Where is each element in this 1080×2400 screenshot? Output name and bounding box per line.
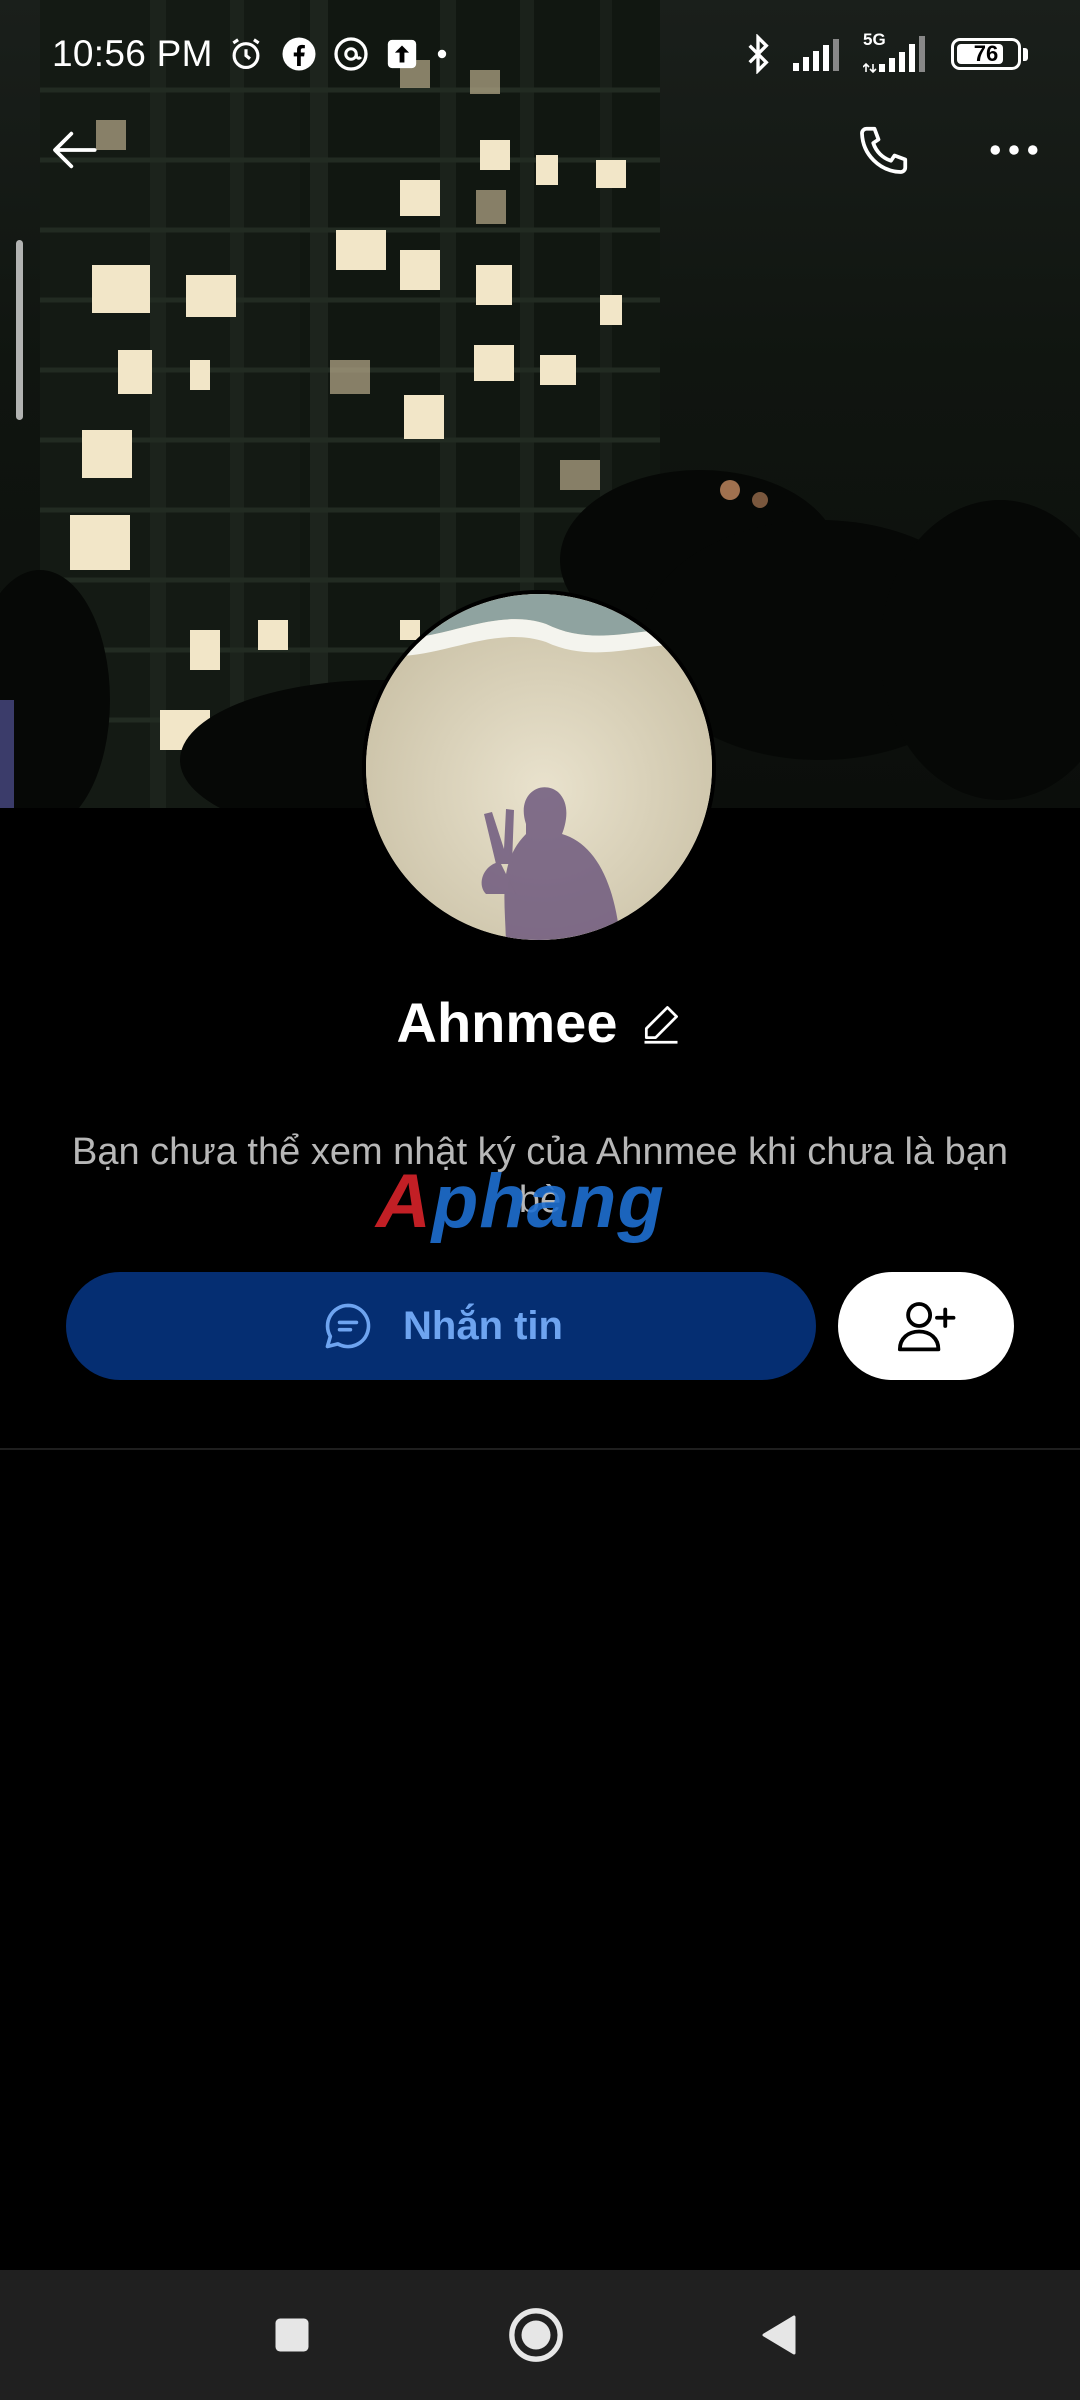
threads-icon bbox=[334, 37, 368, 71]
square-icon bbox=[275, 2318, 309, 2352]
watermark-part-a: A bbox=[376, 1159, 432, 1244]
watermark-part-b: phang bbox=[431, 1159, 665, 1244]
status-time: 10:56 PM bbox=[52, 33, 213, 74]
pencil-icon[interactable] bbox=[639, 1001, 683, 1045]
watermark-logo: Aphang bbox=[376, 1158, 665, 1245]
facebook-icon bbox=[282, 37, 316, 71]
battery-icon: 76 bbox=[951, 38, 1021, 70]
nav-back-button[interactable] bbox=[710, 2270, 850, 2400]
section-divider bbox=[0, 1448, 1080, 1450]
status-bar: 10:56 PM 5G 76 bbox=[0, 0, 1080, 108]
status-notification-icons bbox=[227, 35, 449, 73]
message-button-label: Nhắn tin bbox=[403, 1303, 563, 1348]
add-user-icon bbox=[897, 1302, 956, 1352]
more-dots-icon bbox=[990, 145, 1038, 155]
battery-level: 76 bbox=[973, 41, 999, 66]
status-system-icons: 5G 76 bbox=[745, 30, 1028, 74]
triangle-back-icon bbox=[762, 2315, 796, 2355]
bluetooth-icon bbox=[748, 34, 769, 74]
5g-signal-icon: 5G bbox=[863, 30, 931, 74]
message-button[interactable]: Nhắn tin bbox=[66, 1272, 816, 1380]
battery-indicator: 76 bbox=[951, 38, 1028, 70]
home-button[interactable] bbox=[466, 2270, 606, 2400]
add-friend-button[interactable] bbox=[838, 1272, 1014, 1380]
chat-bubble-icon bbox=[325, 1303, 371, 1349]
recents-button[interactable] bbox=[222, 2270, 362, 2400]
back-button[interactable] bbox=[36, 110, 116, 190]
dot-icon bbox=[437, 49, 446, 59]
profile-name: Ahnmee bbox=[396, 991, 618, 1054]
phone-icon bbox=[860, 126, 908, 174]
signal-icon bbox=[793, 39, 839, 71]
alarm-icon bbox=[232, 38, 260, 70]
profile-name-row: Ahnmee bbox=[0, 990, 1080, 1055]
circle-icon bbox=[509, 2308, 563, 2362]
scroll-indicator bbox=[16, 240, 23, 420]
upload-icon bbox=[387, 39, 416, 69]
avatar-photo bbox=[366, 594, 712, 940]
system-nav-bar bbox=[0, 2270, 1080, 2400]
call-button[interactable] bbox=[844, 110, 924, 190]
avatar[interactable] bbox=[362, 590, 716, 944]
more-button[interactable] bbox=[974, 110, 1054, 190]
arrow-left-icon bbox=[53, 131, 97, 169]
